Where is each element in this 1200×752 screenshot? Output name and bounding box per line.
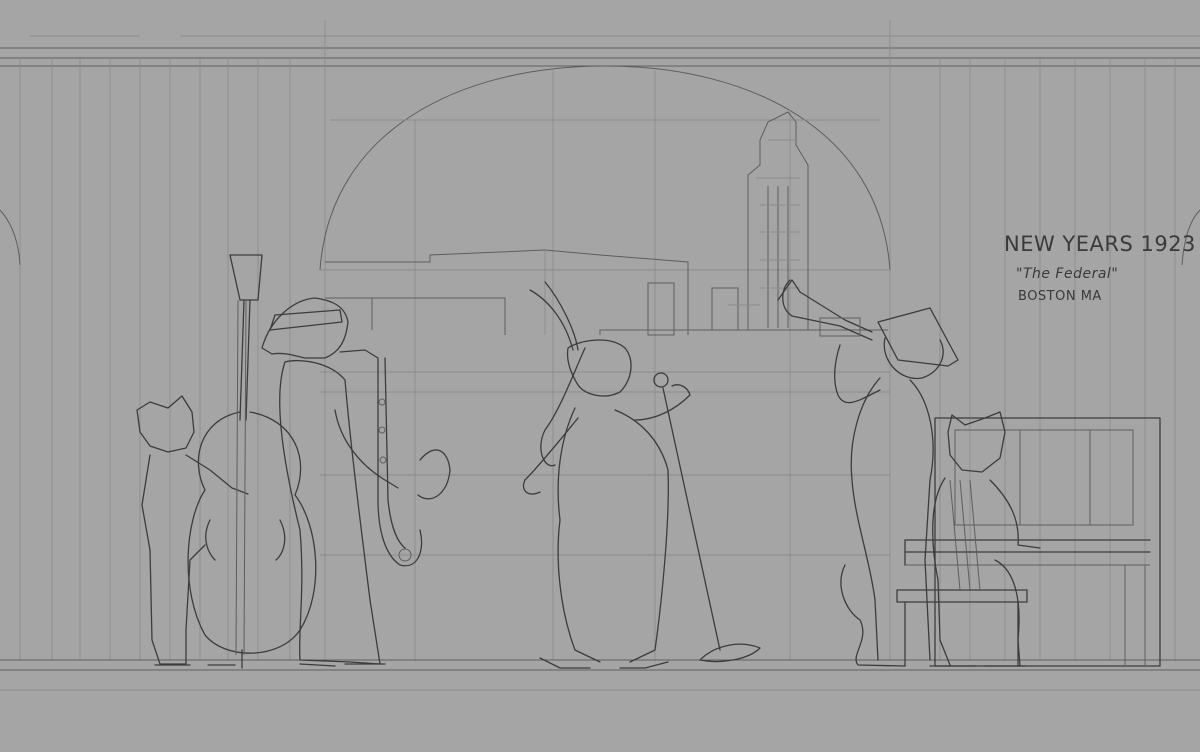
pianist [929, 411, 1041, 667]
sketch-canvas: NEW YEARS 1923 "The Federal" BOSTON MA [0, 0, 1200, 752]
microphone-stand [653, 372, 761, 663]
bass-player [136, 395, 249, 666]
trumpet [777, 279, 873, 341]
caption-title: NEW YEARS 1923 [1004, 232, 1196, 256]
caption-venue: "The Federal" [1016, 266, 1119, 282]
ceiling-cornice [0, 35, 1200, 67]
upright-piano [904, 417, 1161, 667]
piano-bench [896, 589, 1028, 667]
arch-window [319, 65, 891, 660]
jazz-band-sketch [0, 20, 1200, 691]
saxophone [339, 349, 451, 567]
caption-city: BOSTON MA [1018, 289, 1102, 304]
upright-bass [187, 254, 317, 669]
city-skyline [325, 111, 888, 336]
